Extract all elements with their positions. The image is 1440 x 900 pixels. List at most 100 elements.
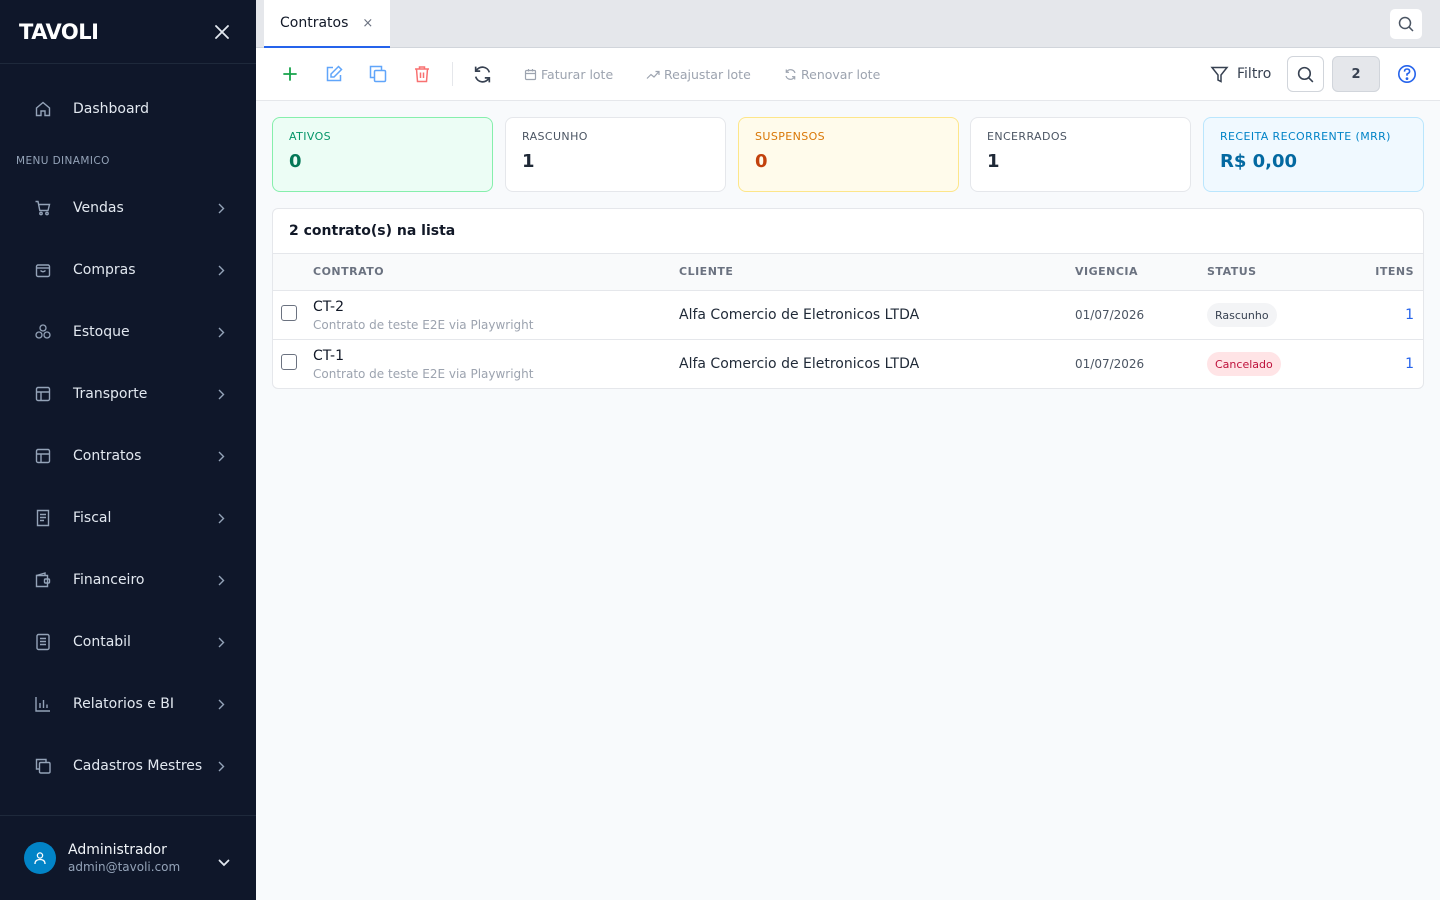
sidebar-item-relatorios[interactable]: Relatorios e BI — [0, 682, 256, 726]
delete-button[interactable] — [412, 63, 432, 85]
tab-contratos[interactable]: Contratos × — [264, 0, 390, 48]
contracts-table-panel: 2 contrato(s) na lista CONTRATO CLIENTE … — [272, 208, 1424, 389]
contract-items: 1 — [1405, 356, 1414, 372]
contract-code: CT-2 — [313, 299, 345, 315]
sidebar-item-label: Financeiro — [73, 572, 145, 588]
kpi-value: 1 — [522, 151, 535, 172]
sidebar-item-label: Compras — [73, 262, 136, 278]
contract-client: Alfa Comercio de Eletronicos LTDA — [679, 356, 920, 372]
wallet-icon — [34, 571, 52, 589]
chevron-right-icon — [216, 635, 226, 649]
row-checkbox[interactable] — [281, 305, 297, 321]
sidebar-item-fiscal[interactable]: Fiscal — [0, 496, 256, 540]
sidebar-item-estoque[interactable]: Estoque — [0, 310, 256, 354]
boxes-icon — [34, 323, 52, 341]
copy-icon — [34, 757, 52, 775]
global-search-button[interactable] — [1389, 8, 1423, 40]
column-header-itens[interactable]: ITENS — [1375, 265, 1414, 278]
chevron-right-icon — [216, 201, 226, 215]
refresh-icon — [474, 65, 491, 83]
column-header-contrato[interactable]: CONTRATO — [313, 265, 384, 278]
duplicate-button[interactable] — [368, 63, 388, 85]
trash-icon — [415, 66, 429, 83]
search-button[interactable] — [1287, 56, 1324, 92]
contract-items: 1 — [1405, 307, 1414, 323]
refresh-icon — [785, 68, 796, 80]
kpi-suspensos[interactable]: SUSPENSOS 0 — [738, 117, 959, 192]
table-row[interactable]: CT-2 Contrato de teste E2E via Playwrigh… — [273, 291, 1423, 340]
sidebar: TAVOLI Dashboard MENU DINAMICO Vendas Co… — [0, 0, 256, 900]
column-header-vigencia[interactable]: VIGENCIA — [1075, 265, 1138, 278]
sidebar-item-compras[interactable]: Compras — [0, 248, 256, 292]
column-header-cliente[interactable]: CLIENTE — [679, 265, 733, 278]
sidebar-item-dashboard[interactable]: Dashboard — [0, 87, 256, 131]
plus-icon — [283, 67, 297, 81]
contract-client: Alfa Comercio de Eletronicos LTDA — [679, 307, 920, 323]
kpi-encerrados[interactable]: ENCERRADOS 1 — [970, 117, 1191, 192]
bar-chart-icon — [34, 695, 52, 713]
chevron-right-icon — [216, 759, 226, 773]
status-badge: Cancelado — [1207, 352, 1281, 376]
reajustar-lote-button[interactable]: Reajustar lote — [646, 64, 751, 84]
contract-date: 01/07/2026 — [1075, 308, 1145, 322]
shopping-bag-icon — [34, 261, 52, 279]
kpi-label: RASCUNHO — [522, 130, 588, 143]
chevron-right-icon — [216, 387, 226, 401]
layout-icon — [34, 385, 52, 403]
contract-description: Contrato de teste E2E via Playwright — [313, 367, 534, 381]
sidebar-item-contabil[interactable]: Contabil — [0, 620, 256, 664]
chevron-right-icon — [216, 325, 226, 339]
column-header-status[interactable]: STATUS — [1207, 265, 1257, 278]
cart-icon — [34, 199, 52, 217]
edit-button[interactable] — [324, 63, 344, 85]
edit-icon — [326, 65, 343, 82]
sidebar-item-label: Cadastros Mestres — [73, 758, 203, 774]
close-tab-icon[interactable]: × — [362, 16, 373, 31]
tab-bar: Contratos × — [256, 0, 1440, 48]
tab-label: Contratos — [280, 15, 349, 31]
chevron-right-icon — [216, 263, 226, 277]
filter-button[interactable]: Filtro — [1210, 62, 1271, 86]
search-icon — [1297, 66, 1314, 82]
table-row[interactable]: CT-1 Contrato de teste E2E via Playwrigh… — [273, 340, 1423, 388]
help-icon[interactable] — [1396, 63, 1418, 85]
kpi-value: 0 — [755, 151, 768, 172]
ledger-icon — [34, 633, 52, 651]
sidebar-item-label: Transporte — [73, 386, 148, 402]
kpi-ativos[interactable]: ATIVOS 0 — [272, 117, 493, 192]
sidebar-header: TAVOLI — [0, 0, 256, 64]
sidebar-item-transporte[interactable]: Transporte — [0, 372, 256, 416]
refresh-button[interactable] — [472, 63, 493, 85]
kpi-mrr[interactable]: RECEITA RECORRENTE (MRR) R$ 0,00 — [1203, 117, 1424, 192]
table-title: 2 contrato(s) na lista — [273, 209, 1423, 254]
sidebar-item-label: Fiscal — [73, 510, 112, 526]
kpi-rascunho[interactable]: RASCUNHO 1 — [505, 117, 726, 192]
kpi-label: ATIVOS — [289, 130, 332, 143]
sidebar-item-vendas[interactable]: Vendas — [0, 186, 256, 230]
status-badge: Rascunho — [1207, 303, 1277, 327]
user-menu[interactable]: Administrador admin@tavoli.com — [0, 815, 256, 900]
search-icon — [1398, 16, 1414, 32]
row-checkbox[interactable] — [281, 354, 297, 370]
record-count-button[interactable]: 2 — [1332, 56, 1380, 92]
add-button[interactable] — [280, 63, 300, 85]
receipt-icon — [34, 509, 52, 527]
close-sidebar-icon[interactable] — [212, 22, 232, 42]
chevron-down-icon[interactable] — [218, 852, 230, 871]
sidebar-item-label: Contratos — [73, 448, 142, 464]
sidebar-item-contratos[interactable]: Contratos — [0, 434, 256, 478]
user-name: Administrador — [68, 842, 167, 858]
home-icon — [34, 100, 52, 118]
app-logo: TAVOLI — [19, 19, 99, 44]
chevron-right-icon — [216, 511, 226, 525]
sidebar-item-label: Relatorios e BI — [73, 696, 174, 712]
renovar-lote-button[interactable]: Renovar lote — [784, 64, 880, 84]
faturar-lote-button[interactable]: Faturar lote — [524, 64, 613, 84]
sidebar-item-cadastros-mestres[interactable]: Cadastros Mestres — [0, 744, 256, 788]
filter-icon — [1210, 66, 1229, 83]
trending-up-icon — [646, 70, 660, 79]
sidebar-item-label: Vendas — [73, 200, 124, 216]
chevron-right-icon — [216, 449, 226, 463]
sidebar-item-financeiro[interactable]: Financeiro — [0, 558, 256, 602]
avatar — [24, 842, 56, 874]
